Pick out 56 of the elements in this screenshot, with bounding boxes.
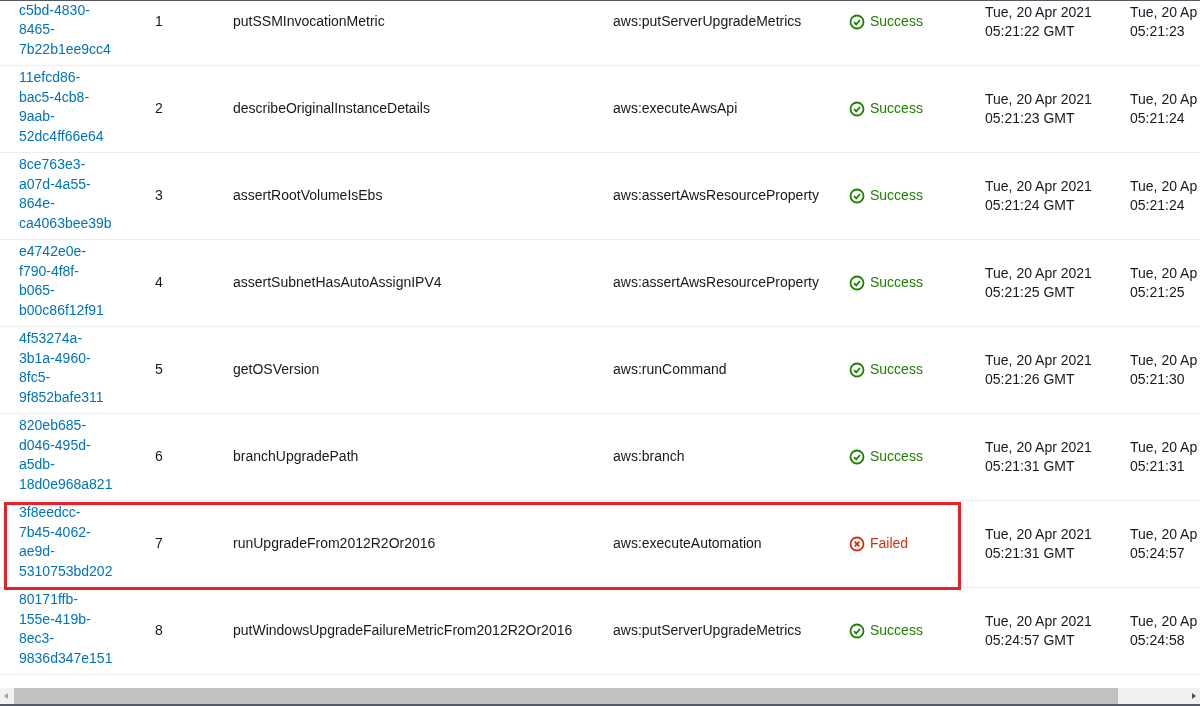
- status-label: Success: [870, 186, 923, 206]
- status-label: Success: [870, 360, 923, 380]
- end-time: Tue, 20 Ap 05:24:58: [1129, 611, 1199, 650]
- step-name: assertRootVolumeIsEbs: [232, 186, 384, 206]
- step-number: 8: [154, 621, 164, 641]
- execution-id-link[interactable]: 11efcd86-bac5-4cb8-9aab-52dc4ff66e64: [0, 68, 104, 152]
- status-label: Success: [870, 12, 923, 32]
- execution-id-link[interactable]: 3f8eedcc-7b45-4062-ae9d-5310753bd202: [0, 503, 113, 587]
- execution-id-link[interactable]: 80171ffb-155e-419b-8ec3-9836d347e151: [0, 590, 113, 674]
- action-name: aws:executeAwsApi: [612, 99, 739, 119]
- step-name: getOSVersion: [232, 360, 321, 380]
- action-name: aws:runCommand: [612, 360, 728, 380]
- step-number: 4: [154, 273, 164, 293]
- end-time: Tue, 20 Ap 05:21:24: [1129, 176, 1199, 215]
- action-name: aws:assertAwsResourceProperty: [612, 273, 820, 293]
- action-name: aws:branch: [612, 447, 686, 467]
- status-label: Success: [870, 99, 923, 119]
- status-label: Success: [870, 621, 923, 641]
- action-name: aws:putServerUpgradeMetrics: [612, 12, 803, 32]
- execution-id-link[interactable]: 4f53274a-3b1a-4960-8fc5-9f852bafe311: [0, 329, 104, 413]
- step-name: putWindowsUpgradeFailureMetricFrom2012R2Or2016: [232, 621, 574, 641]
- status-label: Failed: [870, 534, 909, 554]
- start-time: Tue, 20 Apr 2021 05:21:25 GMT: [984, 263, 1093, 302]
- end-time: Tue, 20 Ap 05:21:25: [1129, 263, 1199, 302]
- step-name: runUpgradeFrom2012R2Or2016: [232, 534, 437, 554]
- execution-id-link[interactable]: 820eb685-d046-495d-a5db-18d0e968a821: [0, 416, 113, 500]
- step-name: branchUpgradePath: [232, 447, 360, 467]
- execution-id-link[interactable]: c5bd-4830-8465-7b22b1ee9cc4: [0, 1, 111, 65]
- start-time: Tue, 20 Apr 2021 05:21:24 GMT: [984, 176, 1093, 215]
- end-time: Tue, 20 Ap 05:24:57: [1129, 524, 1199, 563]
- start-time: Tue, 20 Apr 2021 05:21:31 GMT: [984, 524, 1093, 563]
- step-number: 2: [154, 99, 164, 119]
- step-number: 1: [154, 12, 164, 32]
- start-time: Tue, 20 Apr 2021 05:21:31 GMT: [984, 437, 1093, 476]
- start-time: Tue, 20 Apr 2021 05:21:22 GMT: [984, 2, 1093, 41]
- action-name: aws:putServerUpgradeMetrics: [612, 621, 803, 641]
- step-number: 5: [154, 360, 164, 380]
- step-name: describeOriginalInstanceDetails: [232, 99, 431, 119]
- end-time: Tue, 20 Ap 05:21:24: [1129, 89, 1199, 128]
- action-name: aws:executeAutomation: [612, 534, 763, 554]
- end-time: Tue, 20 Ap 05:21:30: [1129, 350, 1199, 389]
- action-name: aws:assertAwsResourceProperty: [612, 186, 820, 206]
- start-time: Tue, 20 Apr 2021 05:21:26 GMT: [984, 350, 1093, 389]
- end-time: Tue, 20 Ap 05:21:31: [1129, 437, 1199, 476]
- step-name: assertSubnetHasAutoAssignIPV4: [232, 273, 443, 293]
- step-name: putSSMInvocationMetric: [232, 12, 386, 32]
- execution-id-link[interactable]: e4742e0e-f790-4f8f-b065-b00c86f12f91: [0, 242, 104, 326]
- status-label: Success: [870, 447, 923, 467]
- step-number: 7: [154, 534, 164, 554]
- execution-id-link[interactable]: 8ce763e3-a07d-4a55-864e-ca4063bee39b: [0, 155, 112, 239]
- status-label: Success: [870, 273, 923, 293]
- step-number: 6: [154, 447, 164, 467]
- step-number: 3: [154, 186, 164, 206]
- start-time: Tue, 20 Apr 2021 05:21:23 GMT: [984, 89, 1093, 128]
- start-time: Tue, 20 Apr 2021 05:24:57 GMT: [984, 611, 1093, 650]
- end-time: Tue, 20 Ap 05:21:23: [1129, 2, 1199, 41]
